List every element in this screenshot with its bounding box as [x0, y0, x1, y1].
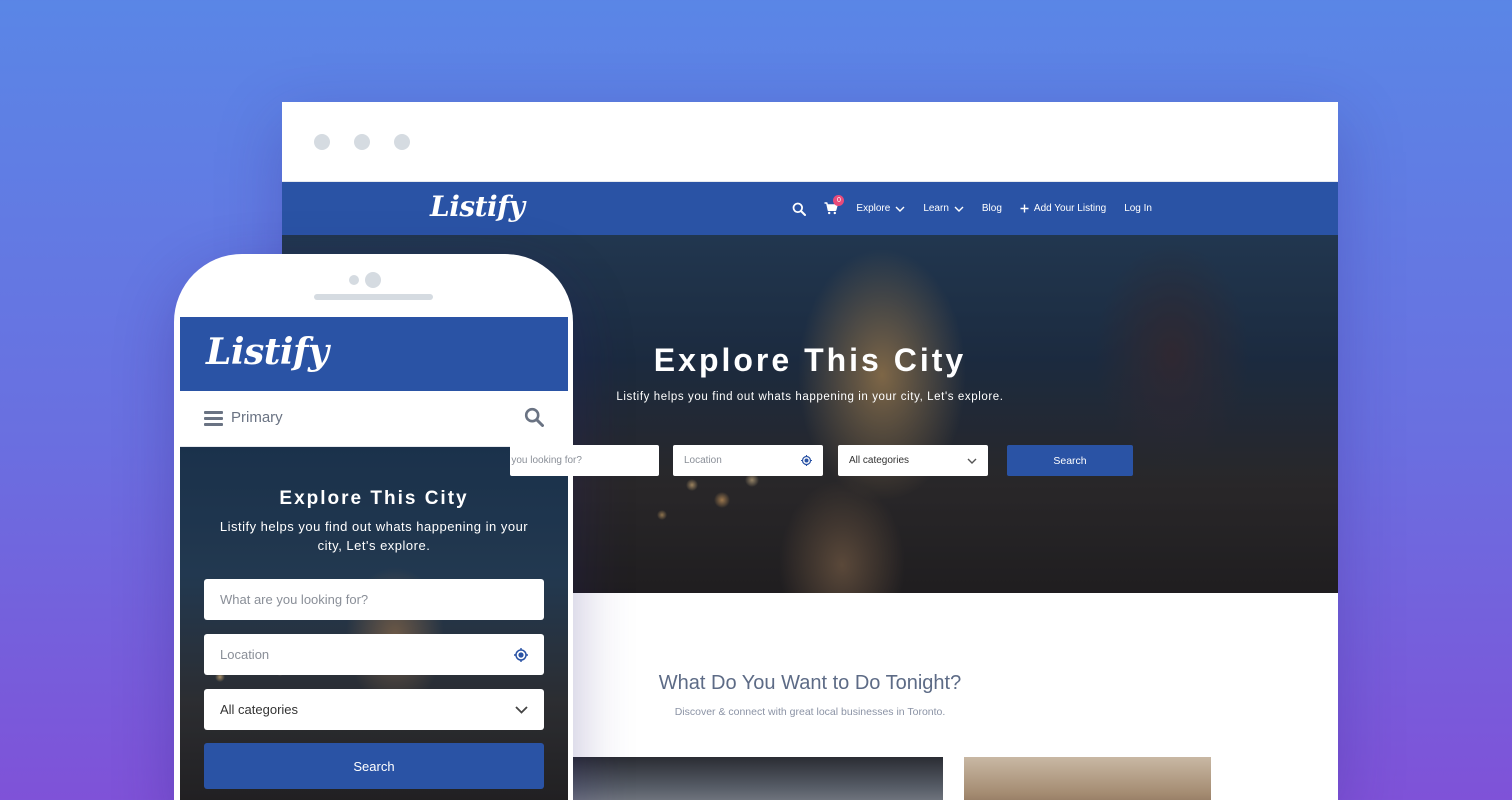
plus-icon: [1020, 204, 1029, 213]
window-dot: [314, 134, 330, 150]
mobile-location-input-placeholder: Location: [220, 647, 270, 662]
nav-explore-label: Explore: [856, 203, 891, 214]
cart-count-badge: 0: [833, 195, 845, 206]
location-input-placeholder: Location: [684, 455, 722, 466]
search-icon[interactable]: [792, 202, 807, 216]
hero-subtitle: Listify helps you find out whats happeni…: [616, 391, 1004, 403]
window-dot: [354, 134, 370, 150]
mobile-hero-subtitle: Listify helps you find out whats happeni…: [219, 519, 529, 553]
category-select[interactable]: All categories: [838, 445, 988, 476]
mobile-menu-label: Primary: [231, 409, 283, 426]
location-target-icon[interactable]: [514, 647, 528, 662]
mobile-what-input-placeholder: What are you looking for?: [220, 592, 369, 607]
location-input[interactable]: Location: [673, 445, 823, 476]
main-nav: 0 Explore Learn Blog Add Your Listing Lo…: [792, 182, 1152, 235]
mobile-hero-banner: Explore This City Listify helps you find…: [180, 447, 568, 800]
listing-card-image[interactable]: [572, 757, 943, 800]
mobile-menu-toggle[interactable]: Primary: [204, 409, 283, 426]
nav-explore[interactable]: Explore: [856, 203, 905, 214]
mobile-hero-title: Explore This City: [279, 488, 469, 509]
nav-login[interactable]: Log In: [1124, 203, 1152, 214]
hamburger-icon: [204, 410, 223, 426]
mobile-location-input[interactable]: Location: [204, 634, 544, 675]
nav-learn-label: Learn: [923, 203, 949, 214]
listing-card-image[interactable]: [964, 757, 1211, 800]
mobile-category-select[interactable]: All categories: [204, 689, 544, 730]
mobile-search-button[interactable]: Search: [204, 743, 544, 789]
search-button[interactable]: Search: [1007, 445, 1133, 476]
nav-add-listing-label: Add Your Listing: [1033, 203, 1107, 214]
nav-learn[interactable]: Learn: [923, 203, 964, 214]
mobile-what-input[interactable]: What are you looking for?: [204, 579, 544, 620]
nav-add-listing[interactable]: Add Your Listing: [1020, 203, 1106, 214]
chevron-down-icon: [967, 458, 977, 464]
category-select-value: All categories: [849, 455, 910, 466]
chevron-down-icon: [515, 705, 528, 714]
cart-icon[interactable]: 0: [824, 195, 845, 215]
nav-blog[interactable]: Blog: [982, 203, 1002, 214]
browser-window-bar: [282, 102, 1338, 182]
window-dot: [394, 134, 410, 150]
location-target-icon[interactable]: [801, 455, 812, 466]
site-header: Listify 0 Explore Learn Blog Add Your Li…: [282, 182, 1338, 235]
chevron-down-icon: [954, 206, 964, 212]
site-logo[interactable]: Listify: [430, 190, 525, 223]
hero-title: Explore This City: [653, 342, 967, 378]
chevron-down-icon: [895, 206, 905, 212]
mobile-category-select-value: All categories: [220, 702, 299, 717]
